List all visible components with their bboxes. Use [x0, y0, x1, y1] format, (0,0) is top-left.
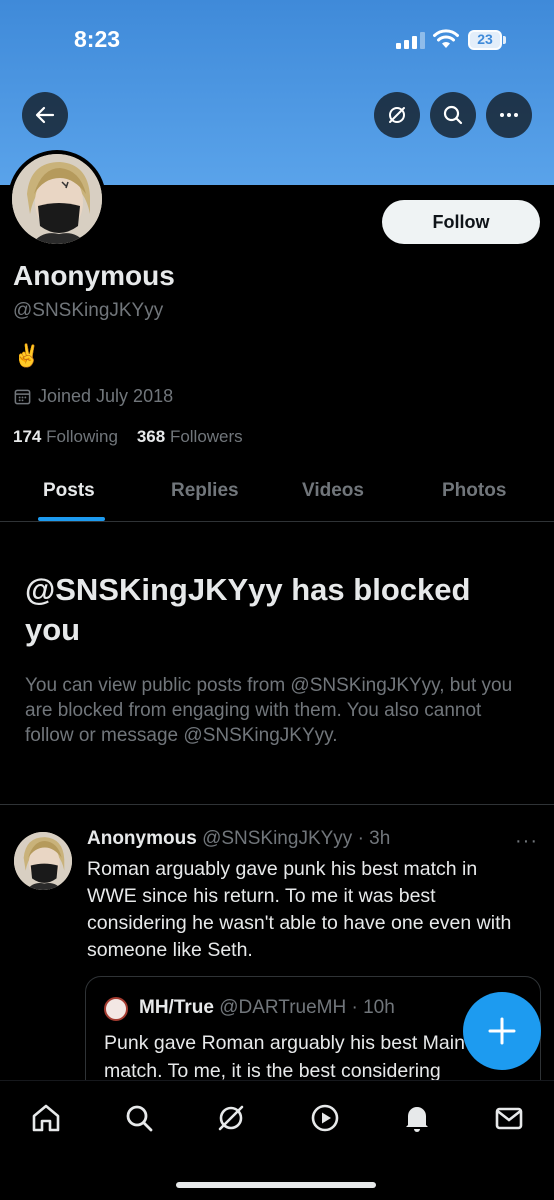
- mail-icon: [495, 1107, 523, 1130]
- avatar-image: [14, 832, 72, 890]
- quote-author-name: MH/True: [139, 997, 214, 1018]
- post-meta: @SNSKingJKYyy · 3h: [202, 828, 391, 849]
- following-count: 174: [13, 427, 42, 446]
- nav-grok[interactable]: [214, 1101, 248, 1135]
- post-header: Anonymous @SNSKingJKYyy · 3h: [87, 828, 390, 850]
- follow-button[interactable]: Follow: [382, 200, 540, 244]
- wifi-icon: [433, 29, 459, 48]
- profile-tabs: Posts Replies Videos Photos: [0, 462, 554, 522]
- quote-avatar: [104, 997, 128, 1021]
- battery-level: 23: [477, 31, 493, 47]
- display-name: Anonymous: [13, 260, 175, 291]
- more-options-button[interactable]: [486, 92, 532, 138]
- profile-handle: @SNSKingJKYyy: [13, 300, 164, 321]
- battery-icon: 23: [468, 30, 506, 50]
- avatar-image: [12, 154, 102, 244]
- grok-icon: [218, 1105, 244, 1131]
- active-tab-indicator: [38, 517, 105, 521]
- joined-date: Joined July 2018: [13, 386, 173, 407]
- bell-icon: [406, 1107, 428, 1132]
- tab-videos[interactable]: Videos: [302, 480, 364, 502]
- nav-messages[interactable]: [492, 1101, 526, 1135]
- post-author-name[interactable]: Anonymous: [87, 828, 197, 849]
- quote-text: Punk gave Roman arguably his best Main m…: [104, 1032, 465, 1082]
- profile-bio: ✌️: [13, 343, 41, 368]
- arrow-left-icon: [35, 106, 55, 124]
- play-circle-icon: [311, 1104, 339, 1132]
- tab-posts[interactable]: Posts: [43, 480, 95, 502]
- search-icon: [126, 1105, 153, 1132]
- post-avatar[interactable]: [14, 832, 72, 890]
- home-icon: [32, 1104, 60, 1132]
- tab-replies[interactable]: Replies: [171, 480, 239, 502]
- following-link[interactable]: 174 Following: [13, 427, 118, 446]
- plus-icon: [488, 1017, 516, 1045]
- status-time: 8:23: [74, 26, 121, 52]
- nav-videos[interactable]: [308, 1101, 342, 1135]
- back-button[interactable]: [22, 92, 68, 138]
- home-indicator[interactable]: [176, 1182, 376, 1188]
- calendar-icon: [14, 389, 31, 405]
- nav-explore[interactable]: [122, 1101, 156, 1135]
- blocked-title: @SNSKingJKYyy has blocked you: [25, 572, 471, 647]
- quote-header: MH/True @DARTrueMH · 10h: [139, 997, 395, 1019]
- grok-button[interactable]: [374, 92, 420, 138]
- blocked-description: You can view public posts from @SNSKingJ…: [25, 675, 513, 746]
- following-label: Following: [46, 427, 118, 446]
- profile-avatar[interactable]: [8, 150, 106, 248]
- quote-meta: @DARTrueMH · 10h: [219, 997, 395, 1018]
- grok-icon: [389, 107, 405, 123]
- post-text: Roman arguably gave punk his best match …: [87, 858, 512, 961]
- cellular-signal-icon: [396, 32, 425, 49]
- followers-link[interactable]: 368 Followers: [137, 427, 243, 446]
- followers-count: 368: [136, 427, 166, 446]
- followers-label: Followers: [169, 427, 243, 446]
- search-icon: [443, 105, 463, 125]
- status-bar: 8:23 23: [0, 0, 554, 80]
- compose-button[interactable]: [463, 992, 541, 1070]
- more-horizontal-icon: [500, 113, 518, 117]
- nav-home[interactable]: [29, 1101, 63, 1135]
- post-more-button[interactable]: ···: [515, 830, 538, 853]
- profile-stats: 174 Following 368 Followers: [13, 427, 243, 447]
- tab-photos[interactable]: Photos: [442, 480, 506, 502]
- section-divider: [0, 804, 554, 805]
- search-button[interactable]: [430, 92, 476, 138]
- nav-notifications[interactable]: [400, 1101, 434, 1135]
- joined-text: Joined July 2018: [38, 386, 174, 406]
